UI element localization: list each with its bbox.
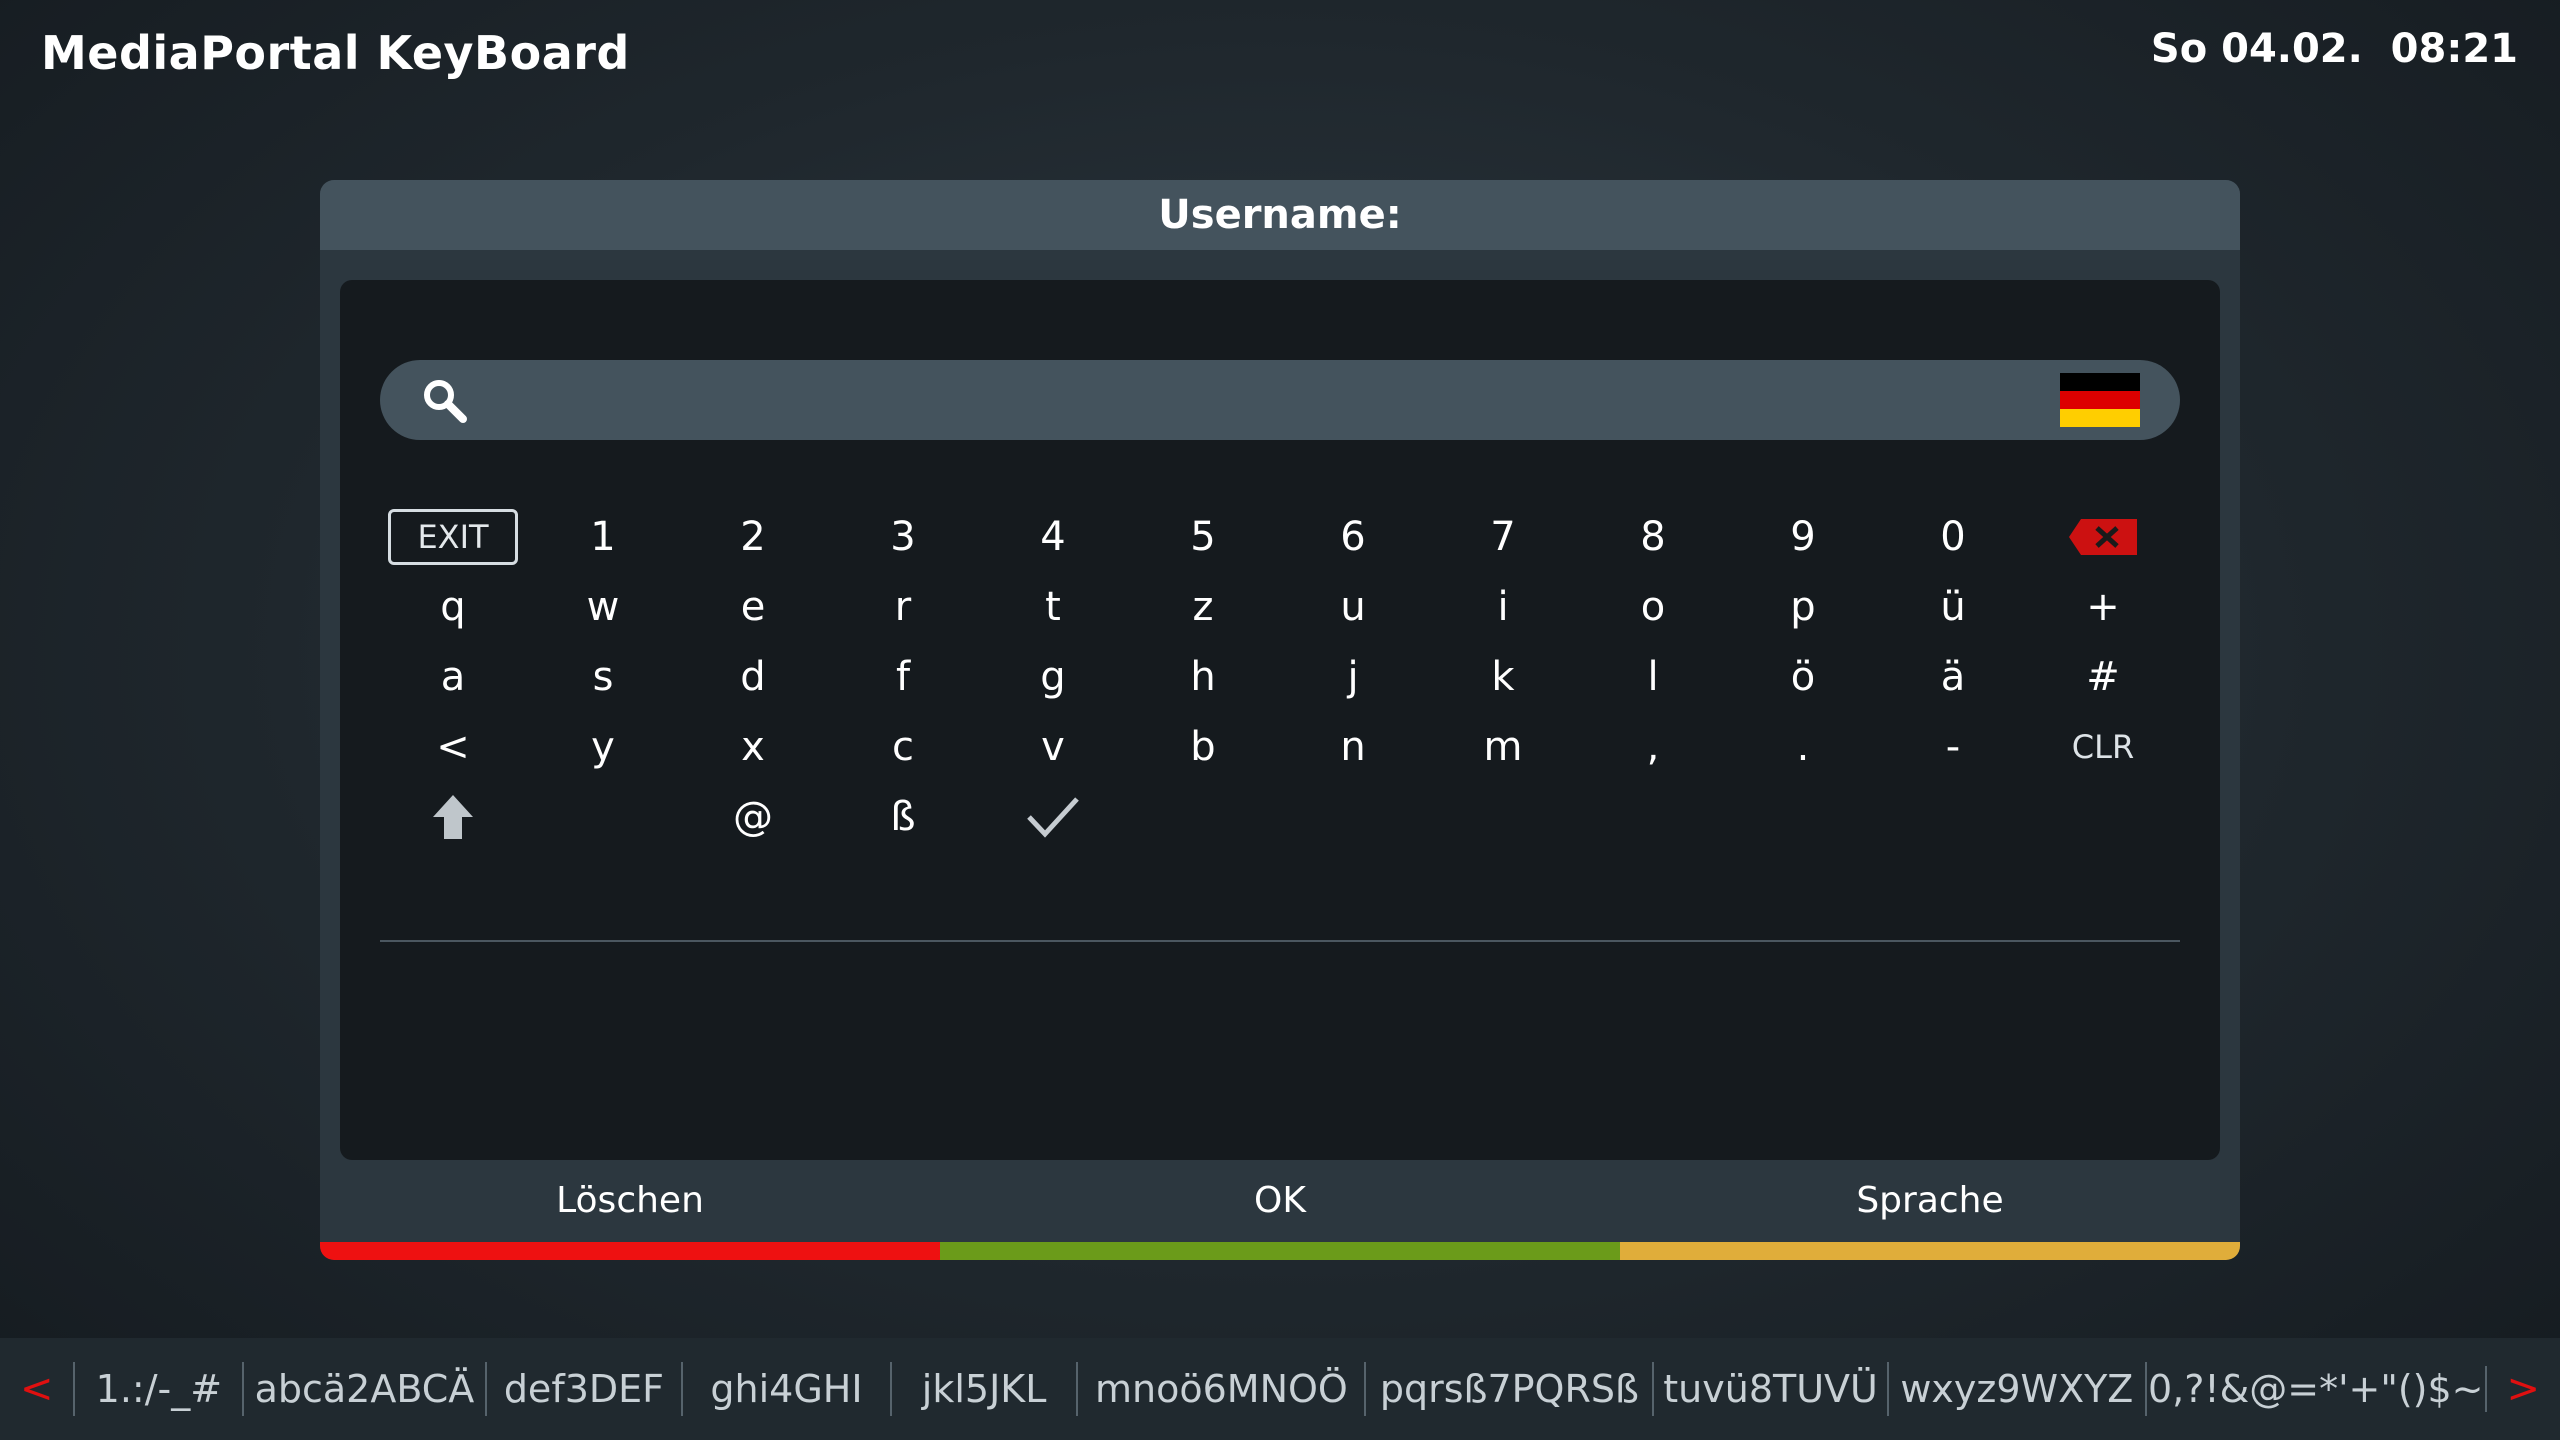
delete-button[interactable]: Löschen — [320, 1160, 940, 1240]
dialog-buttons: Löschen OK Sprache — [320, 1160, 2240, 1240]
key-w[interactable]: w — [528, 572, 678, 642]
key-row-3: a s d f g h j k l ö ä # — [378, 642, 2178, 712]
key-8[interactable]: 8 — [1578, 502, 1728, 572]
key-at[interactable]: @ — [678, 782, 828, 852]
key-row-2: q w e r t z u i o p ü + — [378, 572, 2178, 642]
key-y[interactable]: y — [528, 712, 678, 782]
key-z[interactable]: z — [1128, 572, 1278, 642]
key-b[interactable]: b — [1128, 712, 1278, 782]
group-pqrs[interactable]: pqrsß7PQRSß — [1364, 1362, 1652, 1416]
key-1[interactable]: 1 — [528, 502, 678, 572]
key-a[interactable]: a — [378, 642, 528, 712]
key-g[interactable]: g — [978, 642, 1128, 712]
next-arrow-icon[interactable]: > — [2484, 1366, 2560, 1412]
key-l[interactable]: l — [1578, 642, 1728, 712]
key-t[interactable]: t — [978, 572, 1128, 642]
german-flag-icon[interactable] — [2060, 373, 2140, 427]
key-backspace[interactable] — [2028, 502, 2178, 572]
keyboard-dialog: Username: EXIT 1 2 3 4 5 6 7 8 9 0 q w e… — [320, 180, 2240, 1260]
group-abc[interactable]: abcä2ABCÄ — [242, 1362, 484, 1416]
key-q[interactable]: q — [378, 572, 528, 642]
key-row-1: EXIT 1 2 3 4 5 6 7 8 9 0 — [378, 502, 2178, 572]
key-hash[interactable]: # — [2028, 642, 2178, 712]
group-mno[interactable]: mnoö6MNOÖ — [1076, 1362, 1364, 1416]
key-plus[interactable]: + — [2028, 572, 2178, 642]
red-key-indicator — [320, 1242, 940, 1260]
key-shift[interactable] — [378, 782, 528, 852]
key-3[interactable]: 3 — [828, 502, 978, 572]
key-n[interactable]: n — [1278, 712, 1428, 782]
key-h[interactable]: h — [1128, 642, 1278, 712]
app-title: MediaPortal KeyBoard — [41, 26, 630, 80]
search-icon — [424, 380, 467, 423]
key-ue[interactable]: ü — [1878, 572, 2028, 642]
color-key-bar — [320, 1242, 2240, 1260]
key-exit[interactable]: EXIT — [378, 502, 528, 572]
green-key-indicator — [940, 1242, 1620, 1260]
key-ae[interactable]: ä — [1878, 642, 2028, 712]
key-confirm[interactable] — [978, 782, 1128, 852]
group-tuv[interactable]: tuvü8TUVÜ — [1652, 1362, 1886, 1416]
key-4[interactable]: 4 — [978, 502, 1128, 572]
key-row-5: @ ß — [378, 782, 2178, 852]
key-u[interactable]: u — [1278, 572, 1428, 642]
key-sharp-s[interactable]: ß — [828, 782, 978, 852]
input-bar[interactable] — [380, 360, 2180, 440]
language-button[interactable]: Sprache — [1620, 1160, 2240, 1240]
key-f[interactable]: f — [828, 642, 978, 712]
exit-label: EXIT — [388, 509, 518, 565]
key-k[interactable]: k — [1428, 642, 1578, 712]
username-input[interactable] — [490, 370, 2044, 432]
key-6[interactable]: 6 — [1278, 502, 1428, 572]
key-d[interactable]: d — [678, 642, 828, 712]
key-m[interactable]: m — [1428, 712, 1578, 782]
group-ghi[interactable]: ghi4GHI — [681, 1362, 890, 1416]
keyboard-panel: EXIT 1 2 3 4 5 6 7 8 9 0 q w e r t z u i… — [340, 280, 2220, 1160]
key-o[interactable]: o — [1578, 572, 1728, 642]
group-def[interactable]: def3DEF — [484, 1362, 682, 1416]
checkmark-icon — [1027, 797, 1079, 838]
key-v[interactable]: v — [978, 712, 1128, 782]
group-wxyz[interactable]: wxyz9WXYZ — [1886, 1362, 2145, 1416]
key-0[interactable]: 0 — [1878, 502, 2028, 572]
key-7[interactable]: 7 — [1428, 502, 1578, 572]
key-r[interactable]: r — [828, 572, 978, 642]
yellow-key-indicator — [1620, 1242, 2240, 1260]
clock: So 04.02. 08:21 — [2150, 26, 2518, 72]
key-space[interactable] — [528, 782, 678, 852]
group-jkl[interactable]: jkl5JKL — [889, 1362, 1077, 1416]
key-p[interactable]: p — [1728, 572, 1878, 642]
key-s[interactable]: s — [528, 642, 678, 712]
keyboard-grid: EXIT 1 2 3 4 5 6 7 8 9 0 q w e r t z u i… — [378, 502, 2178, 852]
key-clear[interactable]: CLR — [2028, 712, 2178, 782]
prev-arrow-icon[interactable]: < — [0, 1366, 73, 1412]
key-9[interactable]: 9 — [1728, 502, 1878, 572]
divider — [380, 940, 2180, 942]
shift-arrow-icon — [433, 795, 473, 839]
group-punctuation[interactable]: 0,?!&@=*'+"()$~ — [2144, 1362, 2485, 1416]
key-2[interactable]: 2 — [678, 502, 828, 572]
key-comma[interactable]: , — [1578, 712, 1728, 782]
key-row-4: < y x c v b n m , . - CLR — [378, 712, 2178, 782]
key-j[interactable]: j — [1278, 642, 1428, 712]
ok-button[interactable]: OK — [940, 1160, 1620, 1240]
sms-group-bar: < 1.:/-_# abcä2ABCÄ def3DEF ghi4GHI jkl5… — [0, 1338, 2560, 1440]
key-dash[interactable]: - — [1878, 712, 2028, 782]
dialog-title: Username: — [320, 180, 2240, 250]
key-less-than[interactable]: < — [378, 712, 528, 782]
key-e[interactable]: e — [678, 572, 828, 642]
key-5[interactable]: 5 — [1128, 502, 1278, 572]
key-i[interactable]: i — [1428, 572, 1578, 642]
group-symbols[interactable]: 1.:/-_# — [73, 1362, 242, 1416]
key-oe[interactable]: ö — [1728, 642, 1878, 712]
key-period[interactable]: . — [1728, 712, 1878, 782]
backspace-icon — [2069, 519, 2137, 555]
key-c[interactable]: c — [828, 712, 978, 782]
key-x[interactable]: x — [678, 712, 828, 782]
